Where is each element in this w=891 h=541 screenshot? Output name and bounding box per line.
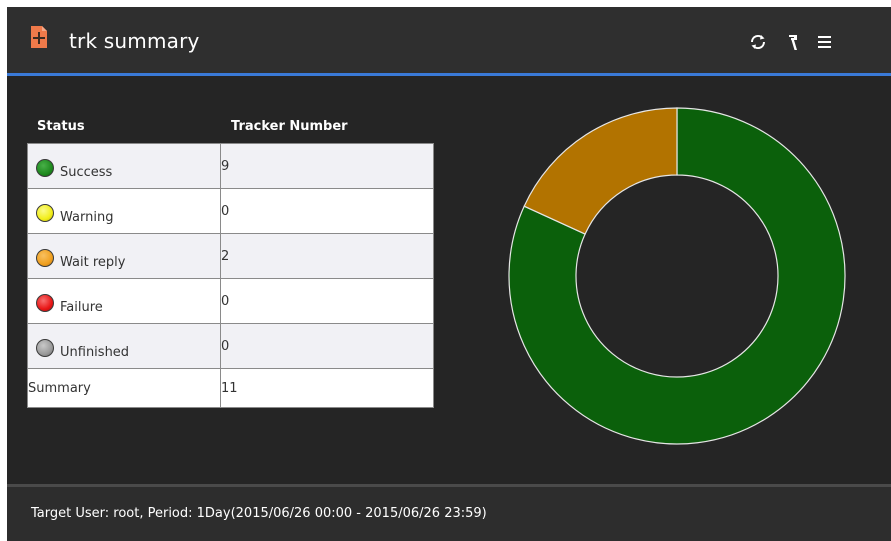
status-label: Success (60, 164, 113, 180)
green-status-icon (36, 159, 54, 177)
widget-footer: Target User: root, Period: 1Day(2015/06/… (7, 484, 891, 541)
tracker-count: 2 (220, 233, 434, 279)
yellow-status-icon (36, 204, 54, 222)
refresh-icon[interactable] (747, 31, 769, 53)
status-label: Unfinished (60, 344, 130, 360)
status-label: Warning (60, 209, 114, 225)
table-row: Success 9 (27, 143, 434, 189)
status-table: Success 9 Warning 0 Wait reply 2 Failure… (27, 143, 434, 408)
orange-status-icon (36, 249, 54, 267)
donut-chart (505, 104, 849, 452)
widget-content: Status Tracker Number Success 9 Warning (7, 76, 891, 484)
wrench-icon[interactable] (782, 31, 804, 53)
donut-chart-svg (508, 107, 846, 445)
donut-slice-wait-reply[interactable] (523, 107, 678, 235)
document-icon (30, 25, 48, 53)
widget-title: trk summary (69, 29, 200, 53)
table-row: Failure 0 (27, 278, 434, 324)
status-label: Failure (60, 299, 103, 315)
table-row: Unfinished 0 (27, 323, 434, 369)
table-row: Warning 0 (27, 188, 434, 234)
column-header-status: Status (37, 119, 85, 134)
tracker-count: 9 (220, 143, 434, 189)
gray-status-icon (36, 339, 54, 357)
summary-count: 11 (220, 368, 434, 408)
column-header-tracker-number: Tracker Number (231, 119, 348, 134)
menu-icon[interactable] (814, 31, 836, 53)
status-label: Wait reply (60, 254, 126, 270)
widget-panel: trk summary Status Tracker Number Succes… (7, 7, 891, 541)
table-row: Wait reply 2 (27, 233, 434, 279)
footer-period-text: Target User: root, Period: 1Day(2015/06/… (31, 506, 487, 521)
summary-row: Summary 11 (27, 368, 434, 408)
widget-header: trk summary (7, 7, 891, 76)
summary-label: Summary (27, 368, 221, 408)
tracker-count: 0 (220, 323, 434, 369)
tracker-count: 0 (220, 278, 434, 324)
tracker-count: 0 (220, 188, 434, 234)
red-status-icon (36, 294, 54, 312)
